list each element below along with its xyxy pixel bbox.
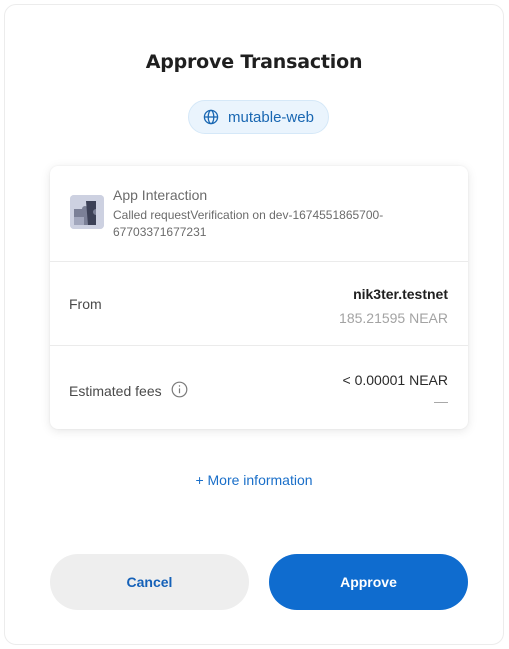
app-interaction-description: Called requestVerification on dev-167455… [113, 208, 384, 239]
info-icon[interactable] [171, 381, 188, 401]
cancel-button[interactable]: Cancel [50, 554, 249, 610]
more-information-link[interactable]: + More information [5, 472, 503, 488]
page-title: Approve Transaction [145, 51, 363, 73]
from-account: nik3ter.testnet [353, 286, 448, 302]
fee-amount: < 0.00001 NEAR [342, 372, 448, 388]
app-interaction-section: App Interaction Called requestVerificati… [50, 166, 468, 262]
app-interaction-title: App Interaction [113, 187, 208, 203]
globe-icon [203, 109, 219, 125]
approve-transaction-modal: Approve Transaction mutable-web App Inte… [4, 4, 504, 645]
transaction-details-card: App Interaction Called requestVerificati… [50, 166, 468, 429]
approve-button[interactable]: Approve [269, 554, 468, 610]
from-row: From nik3ter.testnet 185.21595 NEAR [50, 262, 468, 346]
origin-badge: mutable-web [188, 100, 329, 134]
from-label: From [69, 296, 102, 312]
origin-label: mutable-web [228, 108, 314, 126]
puzzle-icon [70, 195, 104, 229]
estimated-fees-row: Estimated fees < 0.00001 NEAR — [50, 346, 468, 429]
estimated-fees-label-group: Estimated fees [69, 381, 188, 401]
fee-fiat-value: — [434, 393, 448, 409]
from-balance: 185.21595 NEAR [339, 310, 448, 326]
estimated-fees-label: Estimated fees [69, 383, 162, 399]
